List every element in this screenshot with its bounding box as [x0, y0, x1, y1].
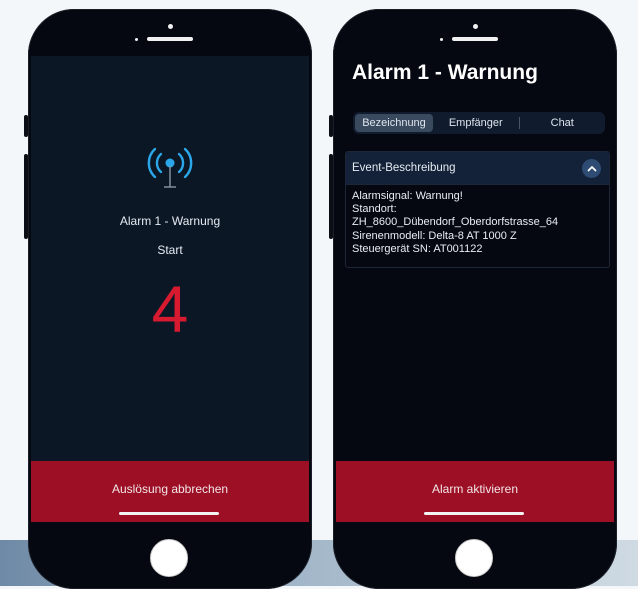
speaker-grille	[452, 37, 498, 41]
activate-alarm-label: Alarm aktivieren	[431, 481, 519, 496]
side-button	[329, 154, 333, 239]
event-description-panel: Event-Beschreibung Alarmsignal: Warnung!…	[345, 151, 610, 268]
page-title: Alarm 1 - Warnung	[352, 61, 538, 84]
tab-empfaenger[interactable]: Empfänger	[433, 114, 519, 132]
event-line: Alarmsignal: Warnung!	[352, 190, 463, 202]
tab-chat[interactable]: Chat	[520, 114, 606, 132]
sensor-dot	[135, 38, 138, 41]
speaker-grille	[147, 37, 193, 41]
cancel-trigger-label: Auslösung abbrechen	[111, 481, 229, 496]
event-description-title: Event-Beschreibung	[352, 162, 456, 174]
alarm-title: Alarm 1 - Warnung	[119, 214, 221, 228]
home-indicator	[119, 512, 219, 515]
event-line: Standort:	[352, 203, 397, 216]
countdown-number: 4	[151, 272, 189, 346]
camera-dot	[473, 24, 478, 29]
event-description-header[interactable]: Event-Beschreibung	[346, 152, 609, 185]
event-line: ZH_8600_Dübendorf_Oberdorfstrasse_64	[352, 216, 559, 229]
home-button[interactable]	[150, 539, 188, 577]
tab-bar: Bezeichnung Empfänger Chat	[353, 112, 605, 134]
countdown-screen: Alarm 1 - Warnung Start 4 Auslösung abbr…	[31, 56, 309, 522]
tab-bezeichnung[interactable]: Bezeichnung	[355, 114, 433, 132]
home-button[interactable]	[455, 539, 493, 577]
side-button	[24, 154, 28, 239]
event-line: Steuergerät SN: AT001122	[352, 242, 483, 255]
side-button	[24, 115, 28, 137]
event-description-body: Alarmsignal: Warnung! Standort: ZH_8600_…	[346, 185, 609, 261]
home-indicator	[424, 512, 524, 515]
alarm-status: Start	[157, 243, 183, 257]
side-button	[329, 115, 333, 137]
phone-left: Alarm 1 - Warnung Start 4 Auslösung abbr…	[24, 9, 312, 589]
broadcast-antenna-icon	[147, 147, 193, 188]
phone-right: Alarm 1 - Warnung Bezeichnung Empfänger …	[329, 9, 617, 589]
alarm-detail-screen: Alarm 1 - Warnung Bezeichnung Empfänger …	[336, 56, 614, 522]
camera-dot	[168, 24, 173, 29]
chevron-up-icon[interactable]	[582, 158, 601, 178]
sensor-dot	[440, 38, 443, 41]
event-line: Sirenenmodell: Delta-8 AT 1000 Z	[352, 229, 517, 242]
